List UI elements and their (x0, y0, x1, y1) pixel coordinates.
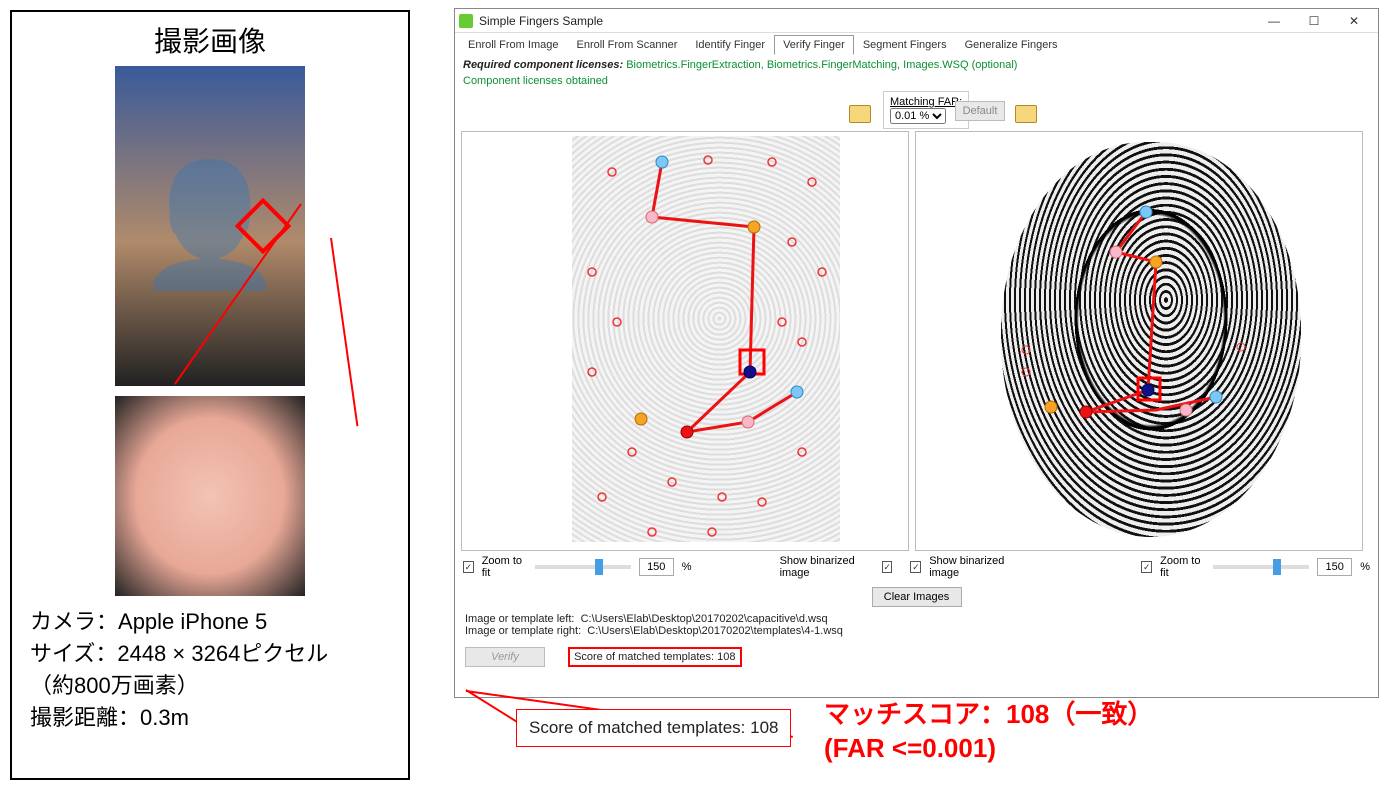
callout-line-icon (330, 238, 358, 426)
paths: Image or template left: C:\Users\Elab\De… (455, 607, 1378, 643)
fingerprint-area (455, 131, 1378, 551)
camera-value: Apple iPhone 5 (118, 609, 267, 634)
verify-button[interactable]: Verify (465, 647, 545, 667)
path-left-label: Image or template left: (465, 613, 574, 625)
pixels-note: （約800万画素） (30, 670, 396, 702)
matching-far-select[interactable]: 0.01 % (890, 108, 946, 124)
fingerprint-panel-right[interactable] (915, 131, 1363, 551)
fingerprint-image-left (572, 136, 840, 542)
tab-strip: Enroll From Image Enroll From Scanner Id… (455, 33, 1378, 55)
maximize-button[interactable]: ☐ (1294, 10, 1334, 32)
tab-identify-finger[interactable]: Identify Finger (686, 35, 774, 55)
zoom-right-slider[interactable] (1213, 565, 1309, 569)
license-status: Component licenses obtained (455, 75, 1378, 91)
default-button[interactable]: Default (955, 101, 1005, 121)
fingerprint-image-right (1001, 142, 1301, 537)
show-binarized-right-label: Show binarized image (929, 555, 1023, 579)
close-button[interactable]: ✕ (1334, 10, 1374, 32)
tab-segment-fingers[interactable]: Segment Fingers (854, 35, 956, 55)
zoom-left-slider[interactable] (535, 565, 631, 569)
matching-far-label: Matching FAR: (890, 96, 962, 108)
path-left-value: C:\Users\Elab\Desktop\20170202\capacitiv… (581, 613, 828, 625)
tab-enroll-from-scanner[interactable]: Enroll From Scanner (567, 35, 686, 55)
photo-finger-crop (115, 396, 305, 596)
zoom-to-fit-right-label: Zoom to fit (1160, 555, 1205, 579)
open-right-button[interactable] (1015, 105, 1037, 123)
left-info: カメラ：Apple iPhone 5 サイズ：2448 × 3264ピクセル （… (12, 596, 408, 734)
slider-thumb-icon[interactable] (595, 559, 603, 575)
tab-enroll-from-image[interactable]: Enroll From Image (459, 35, 567, 55)
distance-value: 0.3m (140, 705, 189, 730)
tab-verify-finger[interactable]: Verify Finger (774, 35, 854, 55)
size-label: サイズ： (30, 641, 117, 666)
zoom-to-fit-right-checkbox[interactable]: ✓ (1141, 561, 1152, 573)
titlebar[interactable]: Simple Fingers Sample — ☐ ✕ (455, 9, 1378, 33)
left-title: 撮影画像 (12, 20, 408, 60)
left-panel: 撮影画像 👤 カメラ：Apple iPhone 5 サイズ：2448 × 326… (10, 10, 410, 780)
zoom-right-value[interactable]: 150 (1317, 558, 1352, 576)
clear-images-button[interactable]: Clear Images (872, 587, 962, 607)
zoom-left-value[interactable]: 150 (639, 558, 674, 576)
zoom-to-fit-left-label: Zoom to fit (482, 555, 527, 579)
license-links: Biometrics.FingerExtraction, Biometrics.… (626, 59, 1017, 71)
window-title: Simple Fingers Sample (479, 14, 603, 28)
bottom-row-left: ✓ Zoom to fit 150 % Show binarized image… (455, 551, 1378, 583)
callout-box: Score of matched templates: 108 (516, 709, 791, 747)
show-binarized-left-checkbox[interactable]: ✓ (882, 561, 893, 573)
license-label: Required component licenses: (463, 59, 623, 71)
minimize-button[interactable]: — (1254, 10, 1294, 32)
path-right-label: Image or template right: (465, 625, 581, 637)
tab-generalize-fingers[interactable]: Generalize Fingers (956, 35, 1067, 55)
annotation-text: マッチスコア：108（一致） (FAR <=0.001) (824, 698, 1153, 766)
score-text: Score of matched templates: 108 (568, 647, 741, 667)
path-right-value: C:\Users\Elab\Desktop\20170202\templates… (587, 625, 843, 637)
photo-captured: 👤 (115, 66, 305, 386)
open-left-button[interactable] (849, 105, 871, 123)
controls-row: Matching FAR: 0.01 % Default (455, 91, 1378, 131)
camera-label: カメラ： (30, 609, 118, 634)
size-value: 2448 × 3264ピクセル (117, 641, 328, 666)
license-bar: Required component licenses: Biometrics.… (455, 55, 1378, 75)
show-binarized-right-checkbox[interactable]: ✓ (910, 561, 921, 573)
fingerprint-panel-left[interactable] (461, 131, 909, 551)
annotation-line2: (FAR <=0.001) (824, 732, 1153, 766)
app-window: Simple Fingers Sample — ☐ ✕ Enroll From … (454, 8, 1379, 698)
percent-label: % (682, 561, 692, 573)
percent-label: % (1360, 561, 1370, 573)
distance-label: 撮影距離： (30, 705, 140, 730)
app-icon (459, 14, 473, 28)
slider-thumb-icon[interactable] (1273, 559, 1281, 575)
window-controls: — ☐ ✕ (1254, 10, 1374, 32)
show-binarized-left-label: Show binarized image (780, 555, 874, 579)
annotation-line1: マッチスコア：108（一致） (824, 698, 1153, 732)
zoom-to-fit-left-checkbox[interactable]: ✓ (463, 561, 474, 573)
